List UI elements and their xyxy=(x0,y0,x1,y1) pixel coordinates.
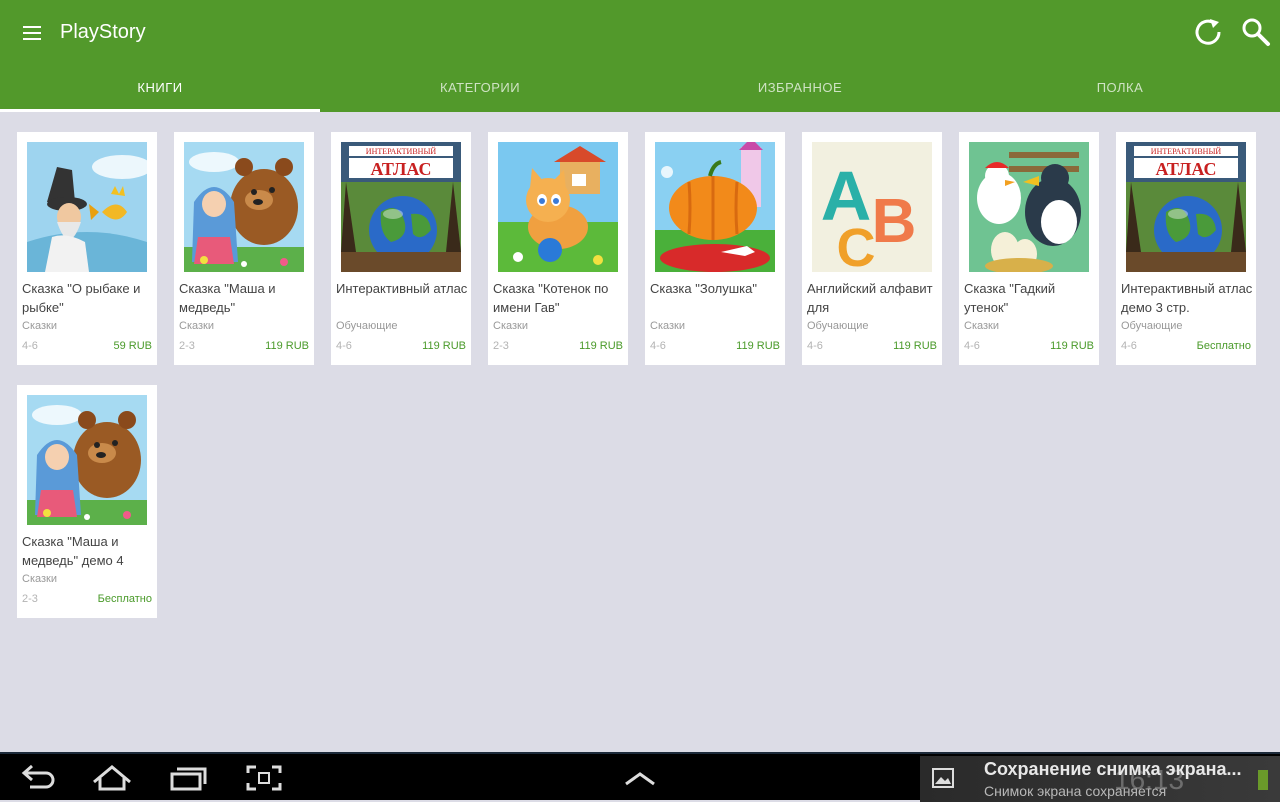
book-title: Интерактивный атлас демо 3 стр. xyxy=(1121,281,1253,315)
book-card[interactable]: Сказка "Котенок по имени Гав" Сказки 2-3… xyxy=(488,132,628,365)
book-cover: ИНТЕРАКТИВНЫЙ АТЛАС xyxy=(341,142,461,272)
tab-bar: КНИГИ КАТЕГОРИИ ИЗБРАННОЕ ПОЛКА xyxy=(0,66,1280,112)
book-category: Сказки xyxy=(493,320,528,332)
book-title: Сказка "Золушка" xyxy=(650,281,757,296)
book-age: 4-6 xyxy=(1121,340,1137,352)
book-category: Обучающие xyxy=(807,320,869,332)
book-price: 119 RUB xyxy=(422,340,466,352)
svg-text:ИНТЕРАКТИВНЫЙ: ИНТЕРАКТИВНЫЙ xyxy=(1151,147,1222,156)
book-age: 4-6 xyxy=(336,340,352,352)
notification-title: Сохранение снимка экрана... xyxy=(984,759,1242,779)
book-card[interactable]: Сказка "Гадкий утенок" Сказки 4-6 119 RU… xyxy=(959,132,1099,365)
book-card[interactable]: ИНТЕРАКТИВНЫЙ АТЛАС Интерактивный атлас … xyxy=(1116,132,1256,365)
tab-indicator xyxy=(0,109,320,112)
recent-apps-icon[interactable] xyxy=(166,762,210,794)
book-category: Сказки xyxy=(179,320,214,332)
book-cover xyxy=(27,395,147,525)
battery-icon xyxy=(1258,770,1268,790)
book-price: 119 RUB xyxy=(736,340,780,352)
refresh-icon[interactable] xyxy=(1192,16,1224,48)
book-price: Бесплатно xyxy=(97,593,152,605)
book-title: Английский алфавит для xyxy=(807,281,933,315)
book-cover xyxy=(27,142,147,272)
book-cover xyxy=(655,142,775,272)
book-cover: A B C xyxy=(812,142,932,272)
tab-favorites[interactable]: ИЗБРАННОЕ xyxy=(640,66,960,112)
book-title: Сказка "Маша и медведь" демо 4 xyxy=(22,534,124,568)
app-title: PlayStory xyxy=(60,21,146,43)
menu-icon[interactable] xyxy=(14,15,50,51)
book-price: 119 RUB xyxy=(893,340,937,352)
notification-text: Снимок экрана сохраняется xyxy=(984,783,1167,799)
book-title: Сказка "Котенок по имени Гав" xyxy=(493,281,609,315)
system-navbar: 16:13 Сохранение снимка экрана... Снимок… xyxy=(0,752,1280,802)
book-cover xyxy=(969,142,1089,272)
search-icon[interactable] xyxy=(1240,16,1272,48)
app-bar: PlayStory КНИГИ КАТЕГОРИИ ИЗБРАННОЕ ПОЛК… xyxy=(0,0,1280,112)
book-price: Бесплатно xyxy=(1196,340,1251,352)
book-title: Интерактивный атлас xyxy=(336,281,468,296)
book-card[interactable]: ИНТЕРАКТИВНЫЙ АТЛАС Интерактивный атлас … xyxy=(331,132,471,365)
book-age: 4-6 xyxy=(807,340,823,352)
book-price: 119 RUB xyxy=(1050,340,1094,352)
chevron-up-icon[interactable] xyxy=(618,762,662,794)
tab-books[interactable]: КНИГИ xyxy=(0,66,320,112)
book-title: Сказка "О рыбаке и рыбке" xyxy=(22,281,141,315)
toolbar: PlayStory xyxy=(0,0,1280,66)
book-category: Сказки xyxy=(22,320,57,332)
svg-text:ИНТЕРАКТИВНЫЙ: ИНТЕРАКТИВНЫЙ xyxy=(366,147,437,156)
picture-icon xyxy=(932,768,954,788)
book-age: 2-3 xyxy=(179,340,195,352)
book-price: 119 RUB xyxy=(265,340,309,352)
book-cover: ИНТЕРАКТИВНЫЙ АТЛАС xyxy=(1126,142,1246,272)
book-category: Сказки xyxy=(22,573,57,585)
tab-categories[interactable]: КАТЕГОРИИ xyxy=(320,66,640,112)
book-card[interactable]: Сказка "О рыбаке и рыбке" Сказки 4-6 59 … xyxy=(17,132,157,365)
book-card[interactable]: A B C Английский алфавит для Обучающие 4… xyxy=(802,132,942,365)
notification[interactable]: 16:13 Сохранение снимка экрана... Снимок… xyxy=(920,756,1280,802)
book-card[interactable]: Сказка "Маша и медведь" Сказки 2-3 119 R… xyxy=(174,132,314,365)
home-icon[interactable] xyxy=(90,762,134,794)
book-age: 2-3 xyxy=(22,593,38,605)
screenshot-icon[interactable] xyxy=(242,762,286,794)
book-title: Сказка "Гадкий утенок" xyxy=(964,281,1056,315)
book-category: Сказки xyxy=(964,320,999,332)
book-category: Сказки xyxy=(650,320,685,332)
book-cover xyxy=(498,142,618,272)
book-age: 4-6 xyxy=(22,340,38,352)
tab-shelf[interactable]: ПОЛКА xyxy=(960,66,1280,112)
book-title: Сказка "Маша и медведь" xyxy=(179,281,276,315)
book-card[interactable]: Сказка "Маша и медведь" демо 4 Сказки 2-… xyxy=(17,385,157,618)
book-cover xyxy=(184,142,304,272)
book-category: Обучающие xyxy=(336,320,398,332)
book-age: 4-6 xyxy=(964,340,980,352)
book-category: Обучающие xyxy=(1121,320,1183,332)
book-card[interactable]: Сказка "Золушка" Сказки 4-6 119 RUB xyxy=(645,132,785,365)
book-price: 119 RUB xyxy=(579,340,623,352)
book-age: 2-3 xyxy=(493,340,509,352)
svg-text:АТЛАС: АТЛАС xyxy=(370,159,431,179)
svg-text:C: C xyxy=(837,218,876,272)
book-price: 59 RUB xyxy=(113,340,152,352)
svg-text:B: B xyxy=(872,187,917,256)
back-icon[interactable] xyxy=(16,762,60,794)
svg-text:АТЛАС: АТЛАС xyxy=(1155,159,1216,179)
book-age: 4-6 xyxy=(650,340,666,352)
